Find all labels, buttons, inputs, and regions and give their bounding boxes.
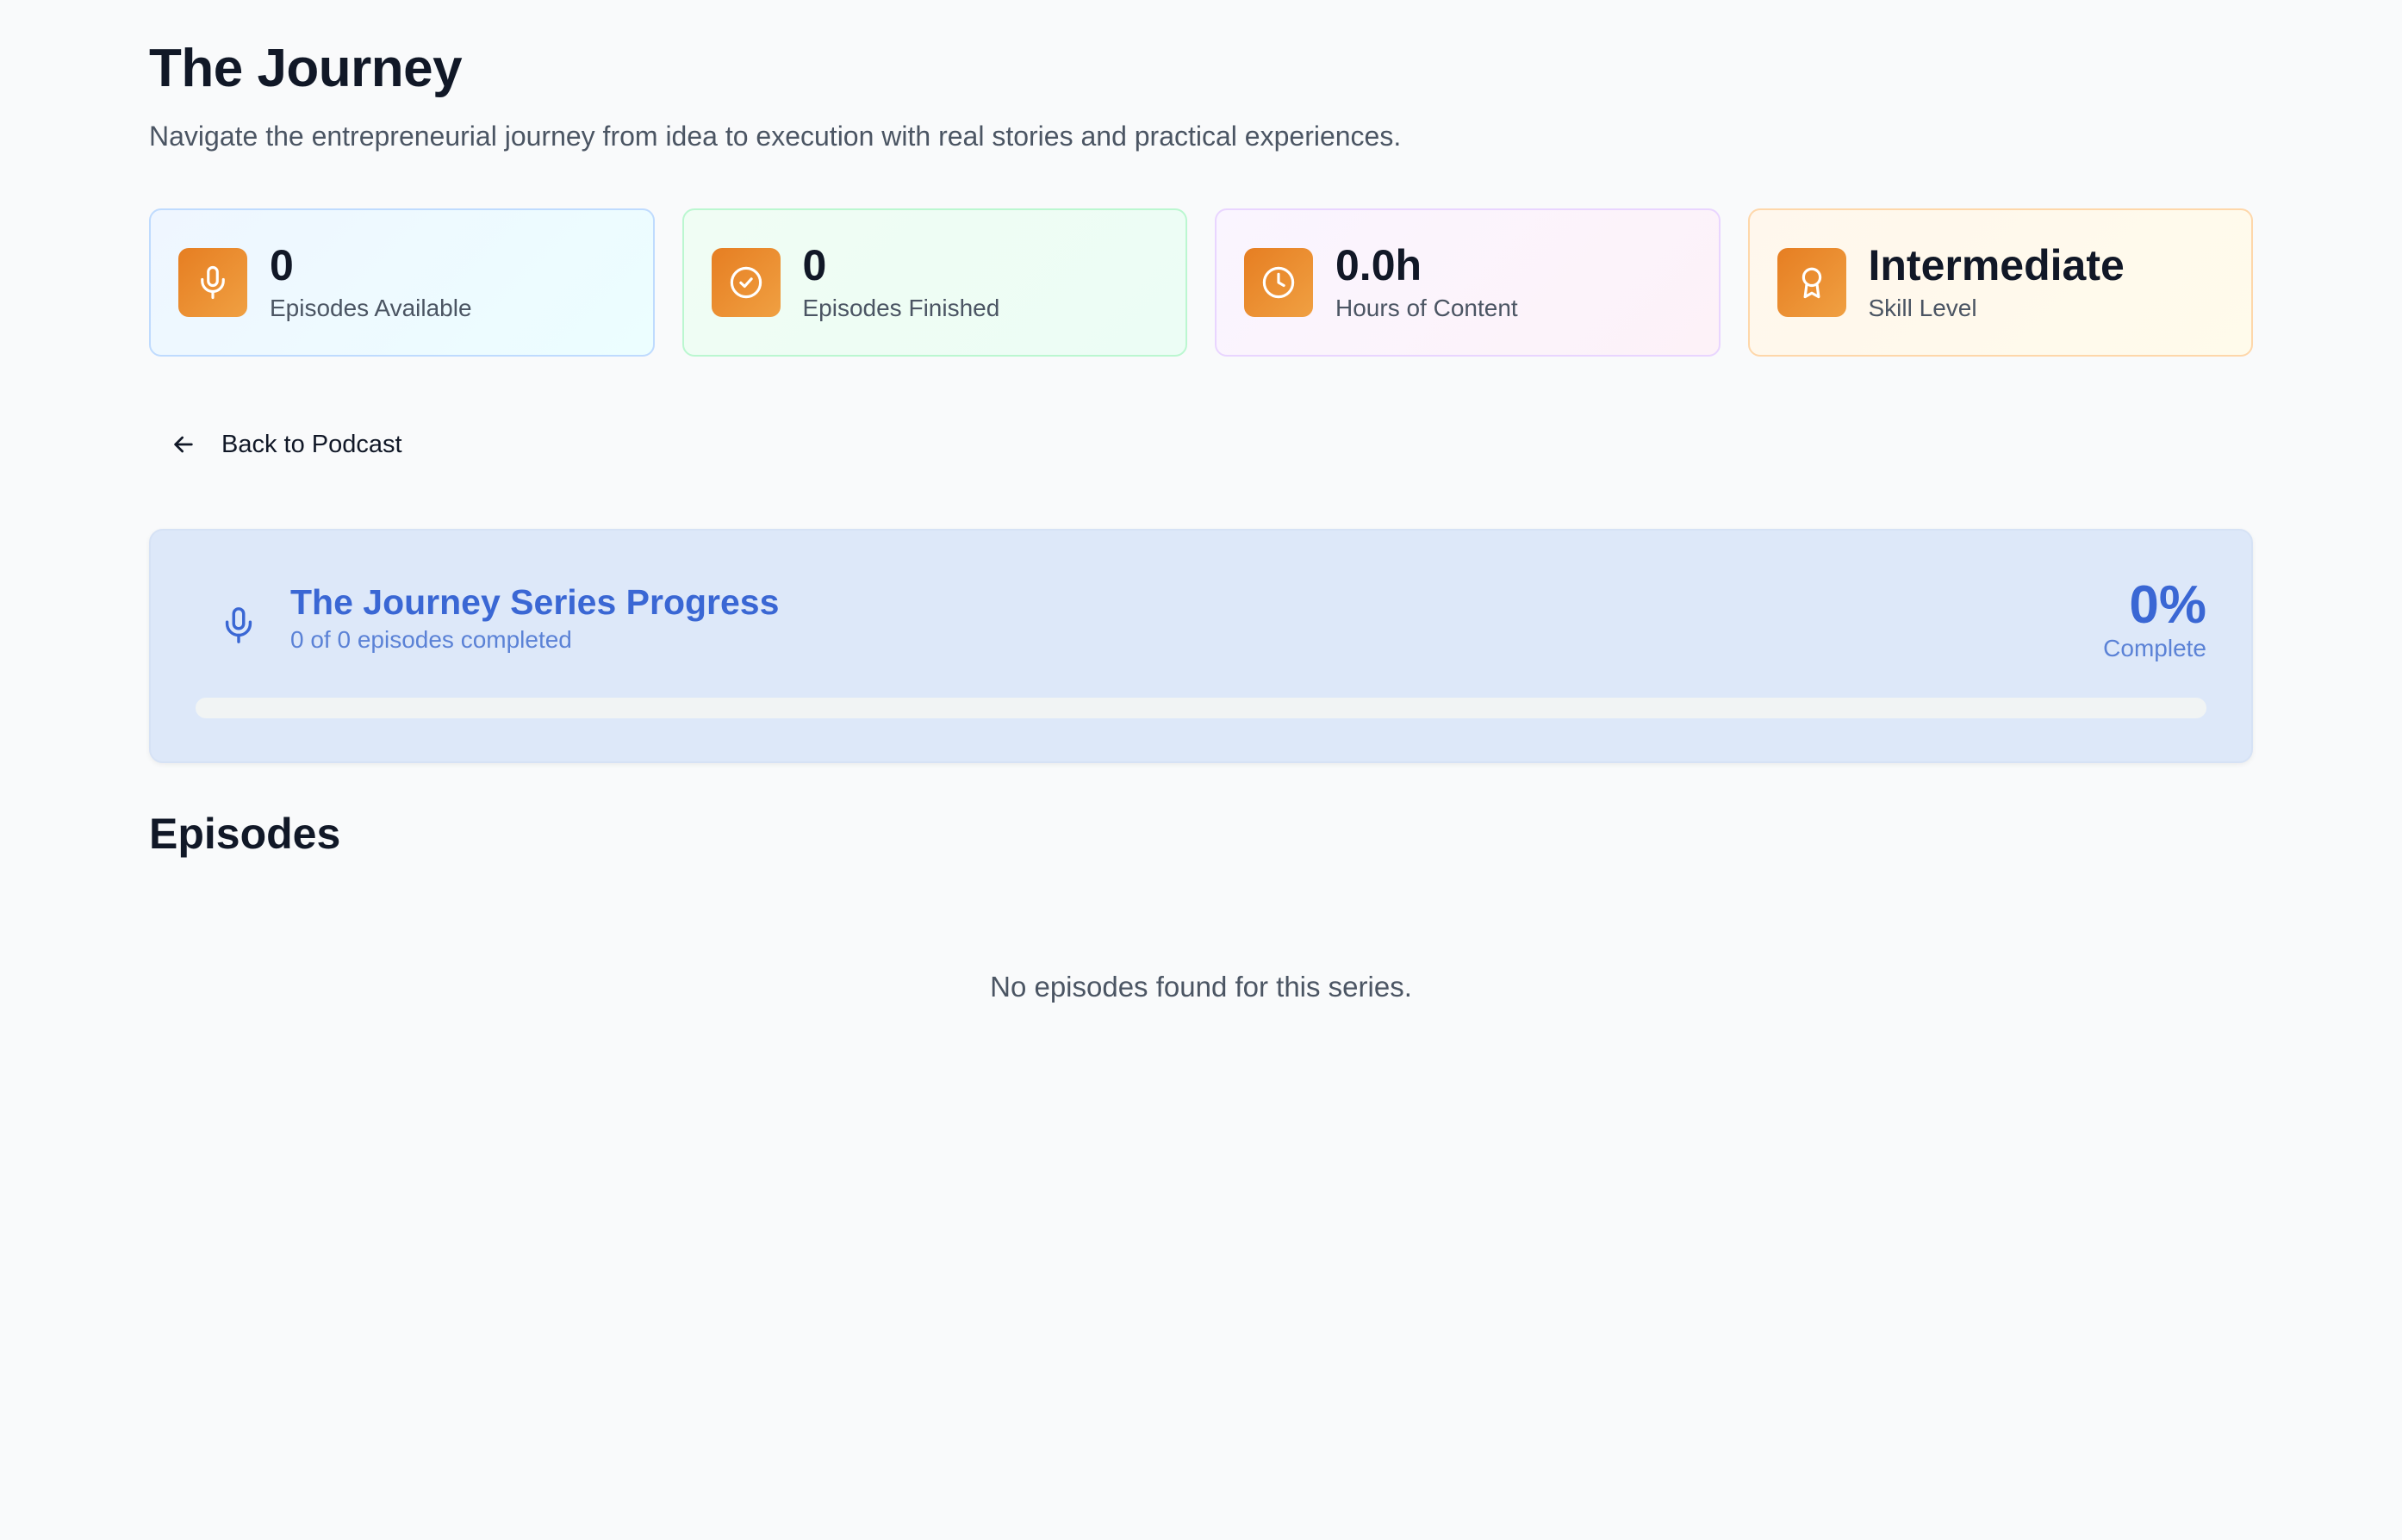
stat-value: 0 bbox=[270, 241, 294, 289]
page-subtitle: Navigate the entrepreneurial journey fro… bbox=[149, 121, 1402, 152]
stat-label: Skill Level bbox=[1868, 295, 1977, 321]
progress-percent: 0% bbox=[2129, 575, 2206, 635]
stat-value: 0 bbox=[802, 241, 827, 289]
back-to-podcast-button[interactable]: Back to Podcast bbox=[149, 417, 423, 472]
award-icon bbox=[1777, 248, 1846, 317]
progress-bar bbox=[196, 698, 2206, 718]
back-link-label: Back to Podcast bbox=[221, 431, 402, 458]
stat-label: Episodes Finished bbox=[802, 295, 1000, 321]
page-title: The Journey bbox=[149, 39, 463, 98]
stat-value: Intermediate bbox=[1868, 241, 2125, 289]
page: The Journey Navigate the entrepreneurial… bbox=[0, 0, 2402, 1540]
progress-subtitle: 0 of 0 episodes completed bbox=[290, 626, 572, 653]
stat-card-episodes-finished: 0 Episodes Finished bbox=[681, 208, 1187, 357]
episodes-heading: Episodes bbox=[149, 810, 341, 858]
stat-label: Episodes Available bbox=[270, 295, 472, 321]
stat-card-hours-of-content: 0.0h Hours of Content bbox=[1215, 208, 1721, 357]
microphone-icon bbox=[178, 248, 247, 317]
check-circle-icon bbox=[711, 248, 781, 317]
stat-card-episodes-available: 0 Episodes Available bbox=[149, 208, 655, 357]
clock-icon bbox=[1244, 248, 1313, 317]
stat-card-skill-level: Intermediate Skill Level bbox=[1747, 208, 2253, 357]
series-progress-card: The Journey Series Progress 0 of 0 episo… bbox=[149, 529, 2253, 763]
progress-percent-label: Complete bbox=[2103, 635, 2206, 661]
stat-label: Hours of Content bbox=[1335, 295, 1518, 321]
progress-title: The Journey Series Progress bbox=[290, 582, 780, 622]
stats-grid: 0 Episodes Available 0 Episodes Finished bbox=[149, 208, 2253, 357]
arrow-left-icon bbox=[174, 436, 193, 453]
microphone-icon bbox=[213, 599, 264, 651]
stat-value: 0.0h bbox=[1335, 241, 1422, 289]
empty-state-message: No episodes found for this series. bbox=[990, 971, 1412, 1003]
